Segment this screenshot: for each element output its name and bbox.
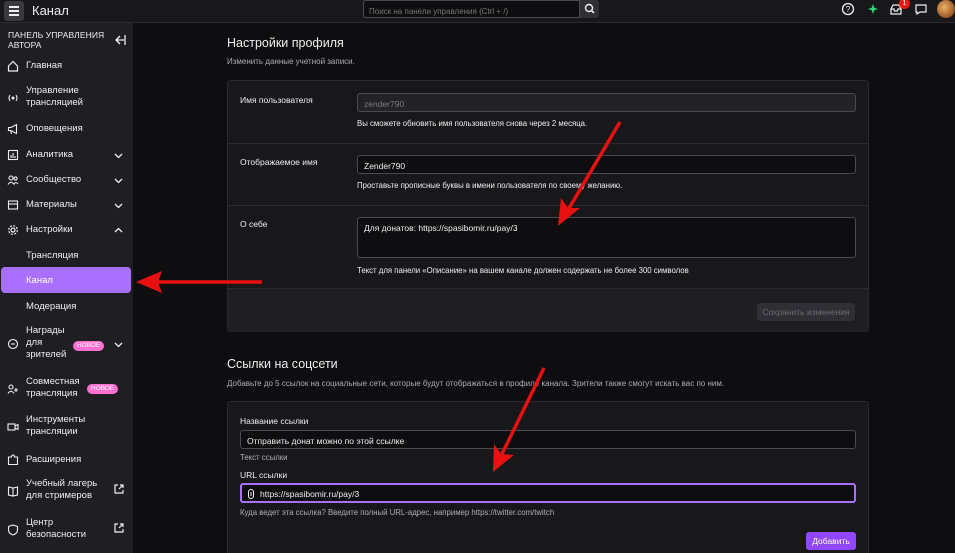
sidebar-item-label: Модерация (26, 301, 77, 312)
new-badge: НОВОЕ (87, 384, 119, 394)
profile-section-title: Настройки профиля (227, 36, 344, 50)
username-field: zender790 (357, 93, 856, 112)
sidebar-item-stream-manager[interactable]: Управление трансляцией (0, 85, 133, 111)
sidebar-item-label: Награды для зрителей (26, 325, 67, 360)
bio-textarea[interactable]: Для донатов: https://spasibomir.ru/pay/3 (357, 217, 856, 258)
sidebar-item-label: Аналитика (26, 149, 74, 160)
chevron-down-icon (114, 342, 123, 348)
link-icon (248, 489, 254, 499)
top-bar: Канал ? 1 (0, 0, 955, 23)
sidebar-item-label: Совместная трансляция (26, 376, 80, 399)
link-name-field[interactable]: Отправить донат можно по этой ссылке (240, 430, 856, 449)
link-url-field[interactable]: https://spasibomir.ru/pay/3 (240, 483, 856, 503)
profile-card: Имя пользователя zender790 Вы сможете об… (227, 80, 869, 332)
sparkle-icon[interactable] (866, 2, 880, 16)
sidebar-item-label: Оповещения (26, 123, 83, 134)
social-section-desc: Добавьте до 5 ссылок на социальные сети,… (227, 379, 725, 388)
sidebar-item-label: Центр безопасности (26, 517, 87, 540)
username-hint: Вы сможете обновить имя пользователя сно… (357, 119, 588, 128)
sidebar-item-analytics[interactable]: Аналитика (0, 148, 133, 162)
sidebar-item-label: Настройки (26, 224, 73, 235)
link-url-hint: Куда ведет эта ссылка? Введите полный UR… (240, 508, 555, 517)
sidebar-item-label: Главная (26, 60, 63, 71)
search-button[interactable] (580, 0, 599, 18)
new-badge: НОВОЕ (73, 341, 105, 351)
notification-badge: 1 (899, 0, 910, 9)
rewards-icon (7, 338, 19, 350)
collab-icon (7, 384, 18, 394)
search-box[interactable] (363, 0, 580, 20)
help-icon[interactable]: ? (841, 2, 855, 16)
link-url-value: https://spasibomir.ru/pay/3 (260, 489, 360, 499)
sidebar-item-label: Учебный лагерь для стримеров (26, 478, 98, 501)
chevron-up-icon (114, 227, 123, 233)
link-name-hint: Текст ссылки (240, 453, 288, 462)
shield-icon (7, 524, 19, 536)
content-icon (7, 200, 19, 210)
camera-icon (7, 423, 19, 431)
external-link-icon (114, 523, 124, 533)
social-card: Название ссылки Отправить донат можно по… (227, 401, 869, 553)
book-icon (7, 486, 19, 497)
chevron-down-icon (114, 153, 123, 159)
profile-footer: Сохранить изменения (228, 288, 868, 332)
main-content: Настройки профиля Изменить данные учетно… (133, 23, 955, 553)
sidebar-item-content[interactable]: Материалы (0, 198, 133, 212)
search-icon (584, 3, 595, 14)
avatar[interactable] (937, 0, 955, 18)
sidebar-item-home[interactable]: Главная (0, 59, 133, 73)
chart-icon (7, 149, 19, 161)
puzzle-icon (7, 454, 19, 466)
display-name-hint: Проставьте прописные буквы в имени польз… (357, 181, 623, 190)
sidebar: ПАНЕЛЬ УПРАВЛЕНИЯ АВТОРА Главная Управле… (0, 23, 133, 553)
profile-section-desc: Изменить данные учетной записи. (227, 57, 355, 66)
sidebar-item-extensions[interactable]: Расширения (0, 453, 133, 467)
link-name-label: Название ссылки (240, 416, 309, 426)
search-input[interactable] (364, 3, 579, 20)
menu-icon[interactable] (4, 1, 24, 21)
chevron-down-icon (114, 203, 123, 209)
external-link-icon (114, 484, 124, 494)
app-title: Канал (32, 3, 69, 18)
sidebar-item-label: Инструменты трансляции (26, 414, 86, 437)
add-button[interactable]: Добавить (806, 532, 856, 550)
sidebar-item-label: Сообщество (26, 174, 82, 185)
sidebar-item-stream[interactable]: Трансляция (0, 249, 133, 263)
link-url-label: URL ссылки (240, 470, 288, 480)
sidebar-item-collab-stream[interactable]: Совместная трансляция НОВОЕ (0, 376, 133, 402)
sidebar-item-moderation[interactable]: Модерация (0, 300, 133, 314)
social-section-title: Ссылки на соцсети (227, 357, 338, 371)
sidebar-item-stream-tools[interactable]: Инструменты трансляции (0, 414, 133, 440)
sidebar-item-bootcamp[interactable]: Учебный лагерь для стримеров (0, 478, 133, 504)
svg-text:?: ? (846, 5, 851, 14)
sidebar-item-rewards[interactable]: Награды для зрителей НОВОЕ (0, 325, 133, 363)
display-name-label: Отображаемое имя (240, 157, 318, 167)
sidebar-item-safety-center[interactable]: Центр безопасности (0, 517, 133, 543)
sidebar-item-alerts[interactable]: Оповещения (0, 122, 133, 136)
save-button[interactable]: Сохранить изменения (757, 303, 855, 321)
divider (228, 205, 868, 206)
collapse-icon[interactable] (113, 34, 127, 46)
username-label: Имя пользователя (240, 95, 313, 105)
display-name-field[interactable]: Zender790 (357, 155, 856, 174)
sidebar-item-channel[interactable]: Канал (0, 274, 133, 288)
sidebar-item-label: Управление трансляцией (26, 85, 83, 108)
sidebar-item-settings[interactable]: Настройки (0, 223, 133, 237)
community-icon (7, 175, 19, 185)
home-icon (7, 60, 19, 72)
gear-icon (8, 225, 18, 235)
sidebar-item-community[interactable]: Сообщество (0, 173, 133, 187)
divider (228, 143, 868, 144)
sidebar-item-label: Трансляция (26, 250, 79, 261)
sidebar-header: ПАНЕЛЬ УПРАВЛЕНИЯ АВТОРА (8, 30, 105, 50)
bio-label: О себе (240, 219, 268, 229)
whisper-icon[interactable] (914, 2, 928, 16)
sidebar-item-label: Материалы (26, 199, 77, 210)
sidebar-item-label: Расширения (26, 454, 82, 465)
chevron-down-icon (114, 178, 123, 184)
bio-hint: Текст для панели «Описание» на вашем кан… (357, 266, 689, 275)
sidebar-item-label: Канал (26, 275, 53, 286)
broadcast-icon (8, 94, 18, 102)
megaphone-icon (7, 123, 18, 135)
